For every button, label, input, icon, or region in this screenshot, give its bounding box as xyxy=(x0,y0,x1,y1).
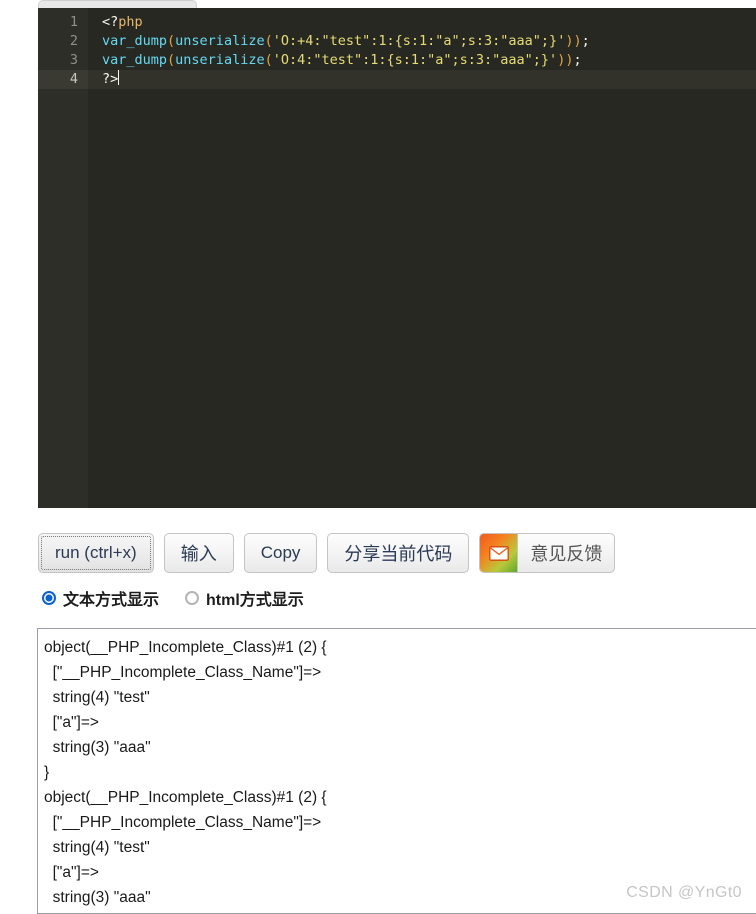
line-number: 4 xyxy=(69,71,78,87)
code-token: )) xyxy=(557,52,574,68)
code-token: ; xyxy=(581,33,590,49)
input-button[interactable]: 输入 xyxy=(163,533,234,573)
code-token: ; xyxy=(573,52,582,68)
code-token: unserialize xyxy=(175,52,265,68)
code-token: php xyxy=(118,14,143,30)
output-line: ["a"]=> xyxy=(44,714,99,731)
radio-unchecked-icon[interactable] xyxy=(185,591,200,605)
display-mode-group: 文本方式显示 html方式显示 xyxy=(42,586,304,610)
copy-button[interactable]: Copy xyxy=(243,533,318,573)
code-token: 'O:+4:"test":1:{s:1:"a";s:3:"aaa";}' xyxy=(272,33,566,49)
radio-label: 文本方式显示 xyxy=(63,592,160,609)
output-line: string(3) "aaa" xyxy=(44,739,151,756)
code-token: unserialize xyxy=(175,33,265,49)
envelope-icon xyxy=(480,534,519,572)
active-line-highlight xyxy=(88,70,756,89)
watermark: CSDN @YnGt0 xyxy=(626,884,742,901)
line-number: 3 xyxy=(69,52,78,68)
code-line[interactable]: ?> xyxy=(102,70,120,89)
code-token: )) xyxy=(565,33,582,49)
editor-gutter: 1 2 3 4 xyxy=(38,8,88,508)
code-line[interactable]: var_dump(unserialize('O:4:"test":1:{s:1:… xyxy=(102,51,582,70)
feedback-label: 意见反馈 xyxy=(530,544,603,564)
line-number: 1 xyxy=(69,14,78,30)
output-line: string(4) "test" xyxy=(44,689,150,706)
radio-option-1[interactable]: html方式显示 xyxy=(185,586,304,610)
line-number: 2 xyxy=(69,33,78,49)
toolbar: run (ctrl+x) 输入 Copy 分享当前代码 意见反馈 xyxy=(38,533,616,573)
radio-option-0[interactable]: 文本方式显示 xyxy=(42,586,159,610)
code-token: 'O:4:"test":1:{s:1:"a";s:3:"aaa";}' xyxy=(272,52,558,68)
output-line: object(__PHP_Incomplete_Class)#1 (2) { xyxy=(44,789,327,806)
code-token: var_dump xyxy=(102,52,168,68)
run-button[interactable]: run (ctrl+x) xyxy=(38,533,154,573)
share-code-button[interactable]: 分享当前代码 xyxy=(327,533,470,573)
code-token: ( xyxy=(167,52,176,68)
code-editor[interactable]: 1234 <?php var_dump(unserialize('O:+4:"te… xyxy=(38,8,756,508)
code-token: ( xyxy=(264,52,273,68)
code-token: <? xyxy=(102,14,119,30)
code-line[interactable]: var_dump(unserialize('O:+4:"test":1:{s:1… xyxy=(102,32,590,51)
output-line: ["a"]=> xyxy=(44,864,99,881)
output-panel[interactable]: object(__PHP_Incomplete_Class)#1 (2) { [… xyxy=(37,628,756,914)
page-root: 1234 <?php var_dump(unserialize('O:+4:"te… xyxy=(0,0,756,914)
output-line: ["__PHP_Incomplete_Class_Name"]=> xyxy=(44,664,322,681)
editor-code-area[interactable]: <?php var_dump(unserialize('O:+4:"test":1… xyxy=(88,8,756,508)
code-token: ?> xyxy=(102,71,119,87)
output-line: object(__PHP_Incomplete_Class)#1 (2) { xyxy=(44,639,327,656)
output-line: ["__PHP_Incomplete_Class_Name"]=> xyxy=(44,814,322,831)
code-token: ( xyxy=(167,33,176,49)
feedback-button[interactable]: 意见反馈 xyxy=(479,533,616,573)
output-line: string(4) "test" xyxy=(44,839,150,856)
code-token: var_dump xyxy=(102,33,168,49)
output-line: } xyxy=(44,764,50,781)
code-line[interactable]: <?php xyxy=(102,13,143,32)
code-token: ( xyxy=(264,33,273,49)
radio-checked-icon[interactable] xyxy=(42,591,56,605)
radio-label: html方式显示 xyxy=(206,592,304,609)
text-caret xyxy=(118,70,120,85)
